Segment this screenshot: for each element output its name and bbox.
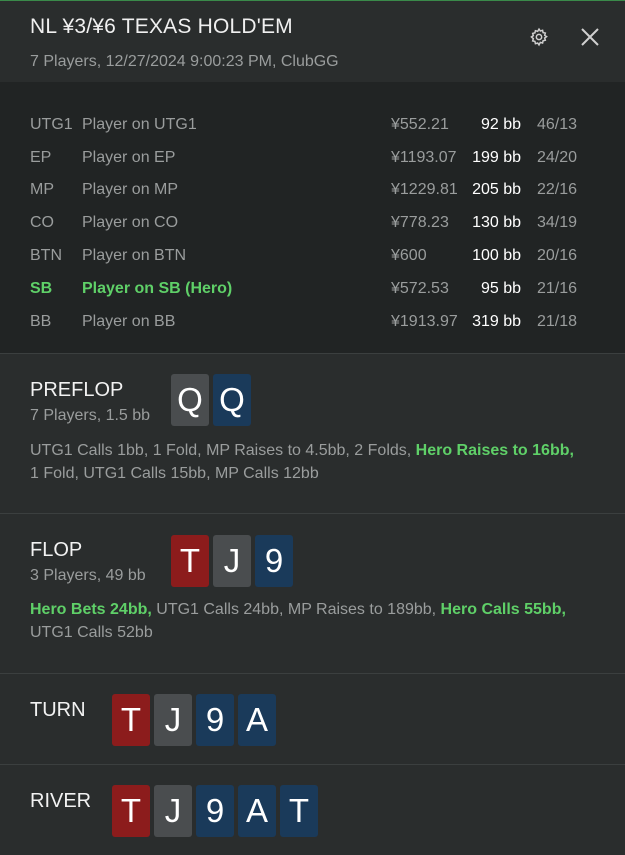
- divider: [0, 353, 625, 354]
- card-nine-clubs: 9: [196, 785, 234, 837]
- player-name: Player on EP: [82, 149, 176, 166]
- player-stack: ¥572.53: [391, 280, 449, 297]
- player-stack: ¥1193.07: [391, 149, 457, 166]
- player-bb: 319 bb: [472, 313, 521, 330]
- river-cards: T J 9 A T: [112, 785, 318, 837]
- player-name: Player on BB: [82, 313, 176, 330]
- player-stack: ¥1913.97: [391, 313, 458, 330]
- player-bb: 100 bb: [472, 247, 521, 264]
- player-row[interactable]: BB Player on BB ¥1913.97 319 bb 21/18: [0, 309, 625, 335]
- player-position: CO: [30, 214, 54, 231]
- player-stat: 21/18: [537, 313, 578, 330]
- player-name: Player on CO: [82, 214, 179, 231]
- player-name: Player on BTN: [82, 247, 187, 264]
- flop-action-text: UTG1 Calls 52bb: [30, 624, 153, 641]
- gear-icon[interactable]: [529, 27, 549, 47]
- card-queen-clubs: Q: [213, 374, 251, 426]
- card-nine-clubs: 9: [196, 694, 234, 746]
- card-ten-clubs: T: [280, 785, 318, 837]
- preflop-action-text: UTG1 Calls 1bb, 1 Fold, MP Raises to 4.5…: [30, 442, 416, 459]
- player-stat: 46/13: [537, 116, 578, 133]
- card-ten-hearts: T: [171, 535, 209, 587]
- player-stat: 22/16: [537, 181, 578, 198]
- hand-header: NL ¥3/¥6 TEXAS HOLD'EM 7 Players, 12/27/…: [0, 0, 625, 82]
- card-ace-clubs: A: [238, 694, 276, 746]
- player-stack: ¥600: [391, 247, 427, 264]
- player-position: BTN: [30, 247, 62, 264]
- player-row[interactable]: UTG1 Player on UTG1 ¥552.21 92 bb 46/13: [0, 112, 625, 138]
- player-stat: 21/16: [537, 280, 578, 297]
- preflop-actions: UTG1 Calls 1bb, 1 Fold, MP Raises to 4.5…: [30, 439, 590, 485]
- divider: [0, 764, 625, 765]
- flop-actions: Hero Bets 24bb, UTG1 Calls 24bb, MP Rais…: [30, 598, 590, 644]
- card-jack-spades: J: [213, 535, 251, 587]
- player-stat: 34/19: [537, 214, 578, 231]
- card-ten-hearts: T: [112, 694, 150, 746]
- turn-title: TURN: [30, 699, 86, 721]
- player-position: BB: [30, 313, 52, 330]
- preflop-action-text: 1 Fold, UTG1 Calls 15bb, MP Calls 12bb: [30, 465, 319, 482]
- hand-subtitle: 7 Players, 12/27/2024 9:00:23 PM, ClubGG: [30, 53, 339, 70]
- player-position: MP: [30, 181, 54, 198]
- preflop-players: 7 Players, 1.5 bb: [30, 407, 151, 424]
- hero-action: Hero Raises to 16bb,: [415, 442, 574, 459]
- hero-action: Hero Bets 24bb,: [30, 601, 152, 618]
- hand-title: NL ¥3/¥6 TEXAS HOLD'EM: [30, 15, 293, 38]
- player-stack: ¥778.23: [391, 214, 449, 231]
- player-row[interactable]: CO Player on CO ¥778.23 130 bb 34/19: [0, 210, 625, 236]
- turn-cards: T J 9 A: [112, 694, 276, 746]
- preflop-title: PREFLOP: [30, 379, 124, 401]
- card-ace-clubs: A: [238, 785, 276, 837]
- card-ten-hearts: T: [112, 785, 150, 837]
- player-position: EP: [30, 149, 52, 166]
- river-title: RIVER: [30, 790, 92, 812]
- player-row[interactable]: BTN Player on BTN ¥600 100 bb 20/16: [0, 243, 625, 269]
- flop-players: 3 Players, 49 bb: [30, 567, 146, 584]
- divider: [0, 513, 625, 514]
- player-bb: 130 bb: [472, 214, 521, 231]
- hero-hole-cards: Q Q: [171, 374, 251, 426]
- player-name: Player on MP: [82, 181, 179, 198]
- card-nine-clubs: 9: [255, 535, 293, 587]
- player-row[interactable]: MP Player on MP ¥1229.81 205 bb 22/16: [0, 177, 625, 203]
- player-row-hero[interactable]: SB Player on SB (Hero) ¥572.53 95 bb 21/…: [0, 276, 625, 302]
- card-jack-spades: J: [154, 694, 192, 746]
- player-stat: 24/20: [537, 149, 578, 166]
- player-bb: 205 bb: [472, 181, 521, 198]
- player-bb: 92 bb: [480, 116, 521, 133]
- player-position: SB: [30, 280, 53, 297]
- flop-action-text: UTG1 Calls 24bb, MP Raises to 189bb,: [151, 601, 441, 618]
- player-position: UTG1: [30, 116, 73, 133]
- divider: [0, 673, 625, 674]
- player-bb: 199 bb: [472, 149, 521, 166]
- player-stat: 20/16: [537, 247, 578, 264]
- player-name: Player on UTG1: [82, 116, 197, 133]
- close-icon[interactable]: [578, 25, 602, 49]
- player-stack: ¥1229.81: [391, 181, 458, 198]
- card-queen-spades: Q: [171, 374, 209, 426]
- player-name: Player on SB (Hero): [82, 280, 233, 297]
- hero-action: Hero Calls 55bb,: [440, 601, 566, 618]
- player-row[interactable]: EP Player on EP ¥1193.07 199 bb 24/20: [0, 145, 625, 171]
- flop-title: FLOP: [30, 539, 83, 561]
- player-stack: ¥552.21: [391, 116, 449, 133]
- player-list: UTG1 Player on UTG1 ¥552.21 92 bb 46/13 …: [0, 82, 625, 353]
- flop-cards: T J 9: [171, 535, 293, 587]
- player-bb: 95 bb: [480, 280, 521, 297]
- card-jack-spades: J: [154, 785, 192, 837]
